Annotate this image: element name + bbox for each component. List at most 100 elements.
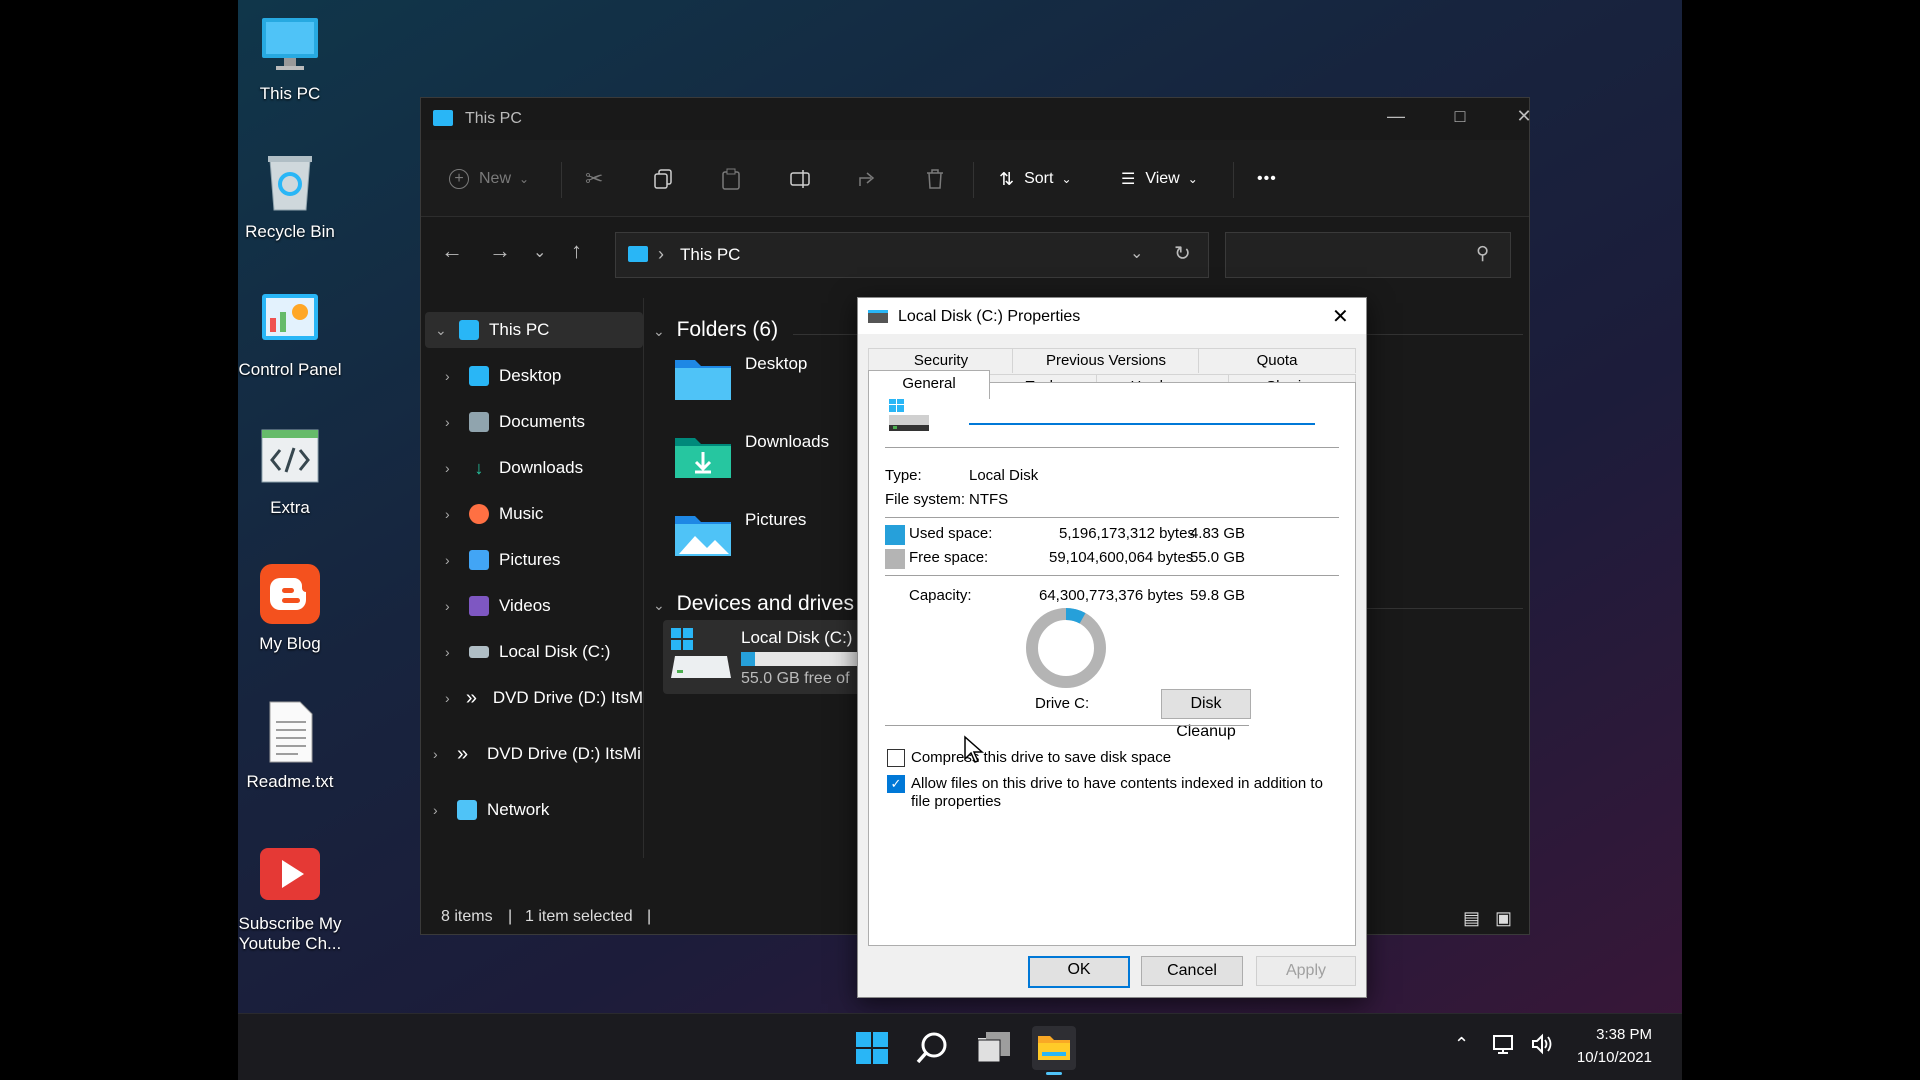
devices-section-header[interactable]: ⌄ Devices and drives [653, 592, 854, 616]
search-button[interactable] [910, 1026, 954, 1070]
copy-icon [654, 169, 672, 189]
forward-arrow-icon[interactable]: → [489, 238, 511, 264]
share-button[interactable] [857, 164, 879, 194]
properties-dialog[interactable]: Local Disk (C:) Properties ✕ Security Pr… [857, 297, 1367, 998]
index-files-checkbox[interactable]: ✓ [887, 775, 905, 793]
chevron-right-icon: › [445, 552, 450, 568]
pane-divider [643, 298, 644, 858]
nav-item-dvd-drive-2[interactable]: › » DVD Drive (D:) ItsMi [433, 736, 643, 772]
recent-chevron-icon[interactable]: ⌄ [533, 242, 546, 262]
used-space-gb: 4.83 GB [1189, 525, 1245, 542]
desktop-icon-control-panel[interactable]: Control Panel [238, 288, 350, 380]
chevron-down-icon: ⌄ [653, 597, 665, 613]
sort-icon: ⇅ [999, 168, 1015, 189]
chevron-down-icon: ⌄ [1061, 172, 1072, 186]
compress-drive-checkbox[interactable] [887, 749, 905, 767]
file-explorer-taskbar-button[interactable] [1032, 1026, 1076, 1075]
address-dropdown-icon[interactable]: ⌄ [1130, 243, 1143, 263]
general-tab-panel: Type: Local Disk File system: NTFS Used … [868, 382, 1356, 946]
explorer-title-bar[interactable]: This PC — □ ✕ [421, 98, 1532, 140]
desktop-icon-label: This PC [259, 84, 321, 103]
tab-quota[interactable]: Quota [1198, 348, 1356, 373]
trash-icon [927, 169, 943, 189]
nav-item-this-pc[interactable]: ⌄ This PC [425, 312, 643, 348]
desktop-folder-icon [675, 360, 731, 400]
desktop-icon-this-pc[interactable]: This PC [238, 12, 350, 104]
free-space-gb: 55.0 GB [1189, 549, 1245, 566]
active-indicator [1046, 1072, 1062, 1075]
desktop-icon-readme[interactable]: Readme.txt [238, 700, 350, 792]
recycle-bin-icon [258, 150, 322, 214]
copy-button[interactable] [653, 164, 673, 194]
capacity-bytes: 64,300,773,376 bytes [1039, 587, 1184, 604]
command-bar: + New ⌄ ✂ ⇅ Sort ⌄ ☰ View ⌄ ••• [421, 140, 1529, 217]
close-icon[interactable]: ✕ [1332, 304, 1349, 329]
more-options-button[interactable]: ••• [1257, 164, 1277, 194]
minimize-button[interactable]: — [1381, 106, 1411, 132]
up-arrow-icon[interactable]: ↑ [571, 238, 582, 264]
used-space-bytes: 5,196,173,312 bytes [1059, 525, 1195, 542]
desktop-icon-my-blog[interactable]: My Blog [238, 562, 350, 654]
type-label: Type: [885, 467, 922, 484]
desktop-icon-youtube[interactable]: Subscribe My Youtube Ch... [238, 842, 350, 954]
new-button[interactable]: + New ⌄ [449, 164, 529, 194]
volume-icon[interactable] [1530, 1032, 1554, 1060]
desktop-icon-recycle-bin[interactable]: Recycle Bin [238, 150, 350, 242]
folder-icon [1038, 1036, 1070, 1060]
disk-cleanup-button[interactable]: Disk Cleanup [1161, 689, 1251, 740]
refresh-icon[interactable]: ↻ [1174, 241, 1191, 266]
tab-previous-versions[interactable]: Previous Versions [1012, 348, 1200, 373]
cut-button[interactable]: ✂ [585, 164, 603, 194]
nav-item-dvd-drive-1[interactable]: › » DVD Drive (D:) ItsM [445, 680, 643, 716]
apply-button[interactable]: Apply [1256, 956, 1356, 986]
address-bar[interactable]: › This PC ⌄ ↻ [615, 232, 1209, 278]
clock-time[interactable]: 3:38 PM [1582, 1026, 1652, 1043]
nav-item-documents[interactable]: › Documents [445, 404, 643, 440]
nav-item-videos[interactable]: › Videos [445, 588, 643, 624]
drive-name-input[interactable] [969, 399, 1315, 425]
documents-icon [469, 412, 489, 432]
chevron-right-icon: › [445, 368, 450, 384]
paste-button[interactable] [721, 164, 741, 194]
window-title: This PC [465, 110, 522, 127]
delete-button[interactable] [925, 164, 945, 194]
search-box[interactable]: ⚲ [1225, 232, 1511, 278]
nav-item-network[interactable]: › Network [433, 792, 643, 828]
nav-item-local-disk[interactable]: › Local Disk (C:) [445, 634, 643, 670]
chevron-right-icon: › [445, 690, 450, 706]
close-button[interactable]: ✕ [1509, 106, 1539, 132]
nav-item-desktop[interactable]: › Desktop [445, 358, 643, 394]
rename-icon [790, 170, 810, 188]
nav-item-music[interactable]: › Music [445, 496, 643, 532]
nav-label: Network [487, 800, 550, 819]
tab-general[interactable]: General [868, 370, 990, 399]
clock-date[interactable]: 10/10/2021 [1568, 1049, 1652, 1066]
nav-item-downloads[interactable]: › ↓ Downloads [445, 450, 643, 486]
selection-count: 1 item selected [525, 908, 633, 925]
nav-item-pictures[interactable]: › Pictures [445, 542, 643, 578]
show-hidden-icons-chevron[interactable]: ⌃ [1454, 1034, 1469, 1055]
rename-button[interactable] [789, 164, 813, 194]
divider [885, 447, 1339, 448]
ok-button[interactable]: OK [1028, 956, 1130, 988]
dialog-title-bar[interactable]: Local Disk (C:) Properties ✕ [858, 298, 1366, 334]
cancel-button[interactable]: Cancel [1141, 956, 1243, 986]
details-view-icon[interactable]: ▤ [1463, 908, 1480, 929]
start-button[interactable] [850, 1026, 894, 1070]
network-icon[interactable] [1492, 1032, 1516, 1060]
view-button[interactable]: ☰ View ⌄ [1121, 164, 1198, 194]
drive-label: Local Disk (C:) [741, 628, 853, 647]
free-space-label: Free space: [909, 549, 989, 566]
this-pc-icon [459, 320, 479, 340]
tiles-view-icon[interactable]: ▣ [1495, 908, 1512, 929]
task-view-button[interactable] [972, 1026, 1016, 1070]
breadcrumb-this-pc[interactable]: This PC [680, 245, 740, 265]
desktop-icon-extra[interactable]: Extra [238, 426, 350, 518]
folders-section-header[interactable]: ⌄ Folders (6) [653, 318, 778, 342]
free-space-bytes: 59,104,600,064 bytes [1049, 549, 1194, 566]
downloads-folder-icon [675, 438, 731, 478]
chevron-down-icon: ⌄ [435, 321, 447, 338]
sort-button[interactable]: ⇅ Sort ⌄ [999, 164, 1072, 194]
back-arrow-icon[interactable]: ← [441, 238, 463, 264]
maximize-button[interactable]: □ [1445, 106, 1475, 132]
